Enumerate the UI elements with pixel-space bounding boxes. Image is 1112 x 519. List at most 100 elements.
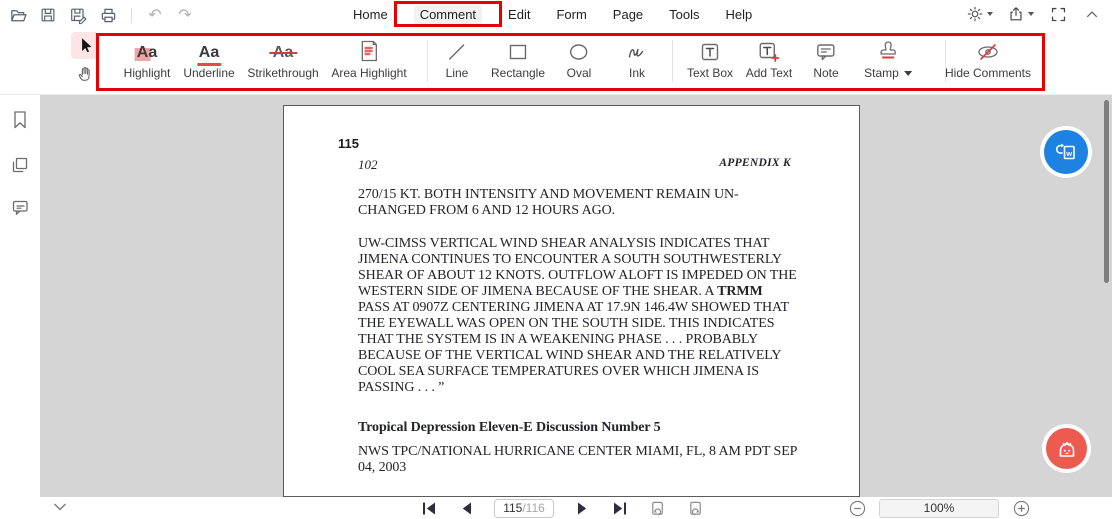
- hide-comments-tool[interactable]: Hide Comments: [945, 35, 1031, 80]
- oval-tool[interactable]: Oval: [566, 35, 592, 80]
- stamp-dropdown-caret-icon: [903, 70, 912, 76]
- text-box-label: Text Box: [686, 66, 734, 80]
- tab-comment[interactable]: Comment: [393, 0, 503, 28]
- last-page-button[interactable]: [610, 499, 628, 517]
- redo-icon: ↷: [178, 5, 192, 24]
- tab-edit-label: Edit: [508, 6, 531, 22]
- save-icon: [41, 8, 55, 22]
- comment-ribbon: Aa Highlight Aa Underline Aa Strikethrou…: [0, 28, 1112, 95]
- tab-form-label: Form: [556, 6, 587, 22]
- first-page-button[interactable]: [420, 499, 438, 517]
- area-highlight-label: Area Highlight: [331, 66, 407, 80]
- toolbar-divider: [131, 7, 132, 23]
- collapse-statusbar-button[interactable]: [52, 500, 68, 514]
- zoom-level-select[interactable]: 100%: [879, 498, 999, 518]
- open-file-button[interactable]: [8, 5, 28, 25]
- comment-bubble-icon: [12, 200, 28, 215]
- paragraph-1: 270/15 KT. BOTH INTENSITY AND MOVEMENT R…: [358, 187, 739, 218]
- rectangle-icon: [507, 35, 529, 63]
- note-tool[interactable]: Note: [813, 35, 839, 80]
- next-page-button[interactable]: [574, 499, 590, 517]
- stamp-label-row: Stamp: [864, 66, 912, 80]
- convert-to-word-button[interactable]: w: [1044, 130, 1088, 174]
- hand-tool-button[interactable]: [74, 62, 96, 84]
- caret-down-icon: [1028, 12, 1034, 16]
- undo-button[interactable]: ↶: [145, 5, 165, 25]
- tab-tools[interactable]: Tools: [656, 0, 712, 28]
- tab-page[interactable]: Page: [600, 0, 656, 28]
- text-box-tool[interactable]: Text Box: [687, 35, 733, 80]
- open-folder-icon: [10, 9, 27, 21]
- vertical-scrollbar[interactable]: [1104, 100, 1109, 283]
- ribbon-divider: [427, 40, 428, 82]
- rotate-left-icon: [651, 501, 663, 515]
- page-number-input[interactable]: 115/116: [494, 498, 554, 518]
- zoom-in-icon: [1013, 500, 1029, 516]
- add-text-tool[interactable]: Add Text: [746, 35, 792, 80]
- active-tab-underline: [410, 24, 486, 27]
- select-tool-button[interactable]: [71, 32, 99, 59]
- hide-comments-eye-slash-icon: [975, 35, 1001, 63]
- bookmarks-panel-button[interactable]: [10, 109, 30, 129]
- print-button[interactable]: [98, 5, 118, 25]
- main-menu: Home Comment Edit Form Page Tools Help: [340, 0, 765, 28]
- rotate-right-button[interactable]: [686, 499, 704, 517]
- collapse-toolbar-button[interactable]: [1082, 4, 1102, 24]
- robot-face-icon: [1059, 441, 1074, 457]
- share-export-icon: [1010, 7, 1022, 21]
- comments-panel-button[interactable]: [10, 197, 30, 217]
- save-as-button[interactable]: [68, 5, 88, 25]
- zoom-out-button[interactable]: [848, 499, 866, 517]
- redo-button[interactable]: ↷: [175, 5, 195, 25]
- tab-home[interactable]: Home: [340, 0, 401, 28]
- oval-label: Oval: [566, 66, 592, 80]
- zoom-controls: 100%: [848, 497, 1030, 519]
- previous-page-button[interactable]: [458, 499, 474, 517]
- hand-icon: [78, 66, 90, 81]
- brightness-sun-icon: [967, 6, 983, 22]
- page-header-appendix: APPENDIX K: [719, 157, 791, 169]
- print-icon: [101, 8, 115, 22]
- fullscreen-icon: [1051, 7, 1065, 21]
- rotate-left-button[interactable]: [648, 499, 666, 517]
- text-box-icon: [699, 35, 721, 63]
- paragraph-2: UW-CIMSS VERTICAL WIND SHEAR ANALYSIS IN…: [358, 236, 797, 395]
- rectangle-label: Rectangle: [490, 66, 546, 80]
- zoom-out-icon: [849, 500, 865, 516]
- assistant-robot-button[interactable]: [1046, 428, 1087, 469]
- page-number-annotation: 115: [338, 136, 359, 151]
- tab-help[interactable]: Help: [713, 0, 766, 28]
- zoom-level-value: 100%: [923, 501, 955, 515]
- tab-edit[interactable]: Edit: [495, 0, 543, 28]
- cursor-arrow-icon: [81, 38, 91, 53]
- next-page-icon: [577, 502, 586, 514]
- highlight-label: Highlight: [123, 66, 171, 80]
- highlight-icon: Aa: [134, 44, 158, 61]
- tab-home-label: Home: [353, 6, 388, 22]
- first-page-icon: [422, 502, 435, 514]
- zoom-in-button[interactable]: [1012, 499, 1030, 517]
- add-text-icon: [757, 35, 781, 63]
- oval-icon: [568, 35, 590, 63]
- underline-tool[interactable]: Aa Underline: [183, 35, 234, 80]
- stamp-label: Stamp: [864, 66, 899, 80]
- strikethrough-tool[interactable]: Aa Strikethrough: [247, 35, 318, 80]
- strikethrough-label: Strikethrough: [247, 66, 319, 80]
- theme-button[interactable]: [966, 4, 993, 24]
- rectangle-tool[interactable]: Rectangle: [491, 35, 545, 80]
- pdf-editor-window: ↶ ↷ Home Comment Edit Form Page Tools He…: [0, 0, 1112, 519]
- line-tool[interactable]: Line: [446, 35, 468, 80]
- pdf-page[interactable]: 115 102 APPENDIX K 270/15 KT. BOTH INTEN…: [283, 105, 860, 497]
- bookmark-icon: [14, 111, 26, 129]
- ink-tool[interactable]: Ink: [626, 35, 648, 80]
- tab-form[interactable]: Form: [543, 0, 599, 28]
- save-button[interactable]: [38, 5, 58, 25]
- tab-tools-label: Tools: [669, 6, 700, 22]
- stamp-tool[interactable]: Stamp: [864, 35, 912, 80]
- share-button[interactable]: [1007, 4, 1034, 24]
- area-highlight-tool[interactable]: Area Highlight: [331, 35, 407, 80]
- fullscreen-button[interactable]: [1048, 4, 1068, 24]
- highlight-tool[interactable]: Aa Highlight: [124, 35, 171, 80]
- page-navigation: 115/116: [420, 497, 704, 519]
- thumbnails-panel-button[interactable]: [10, 155, 30, 175]
